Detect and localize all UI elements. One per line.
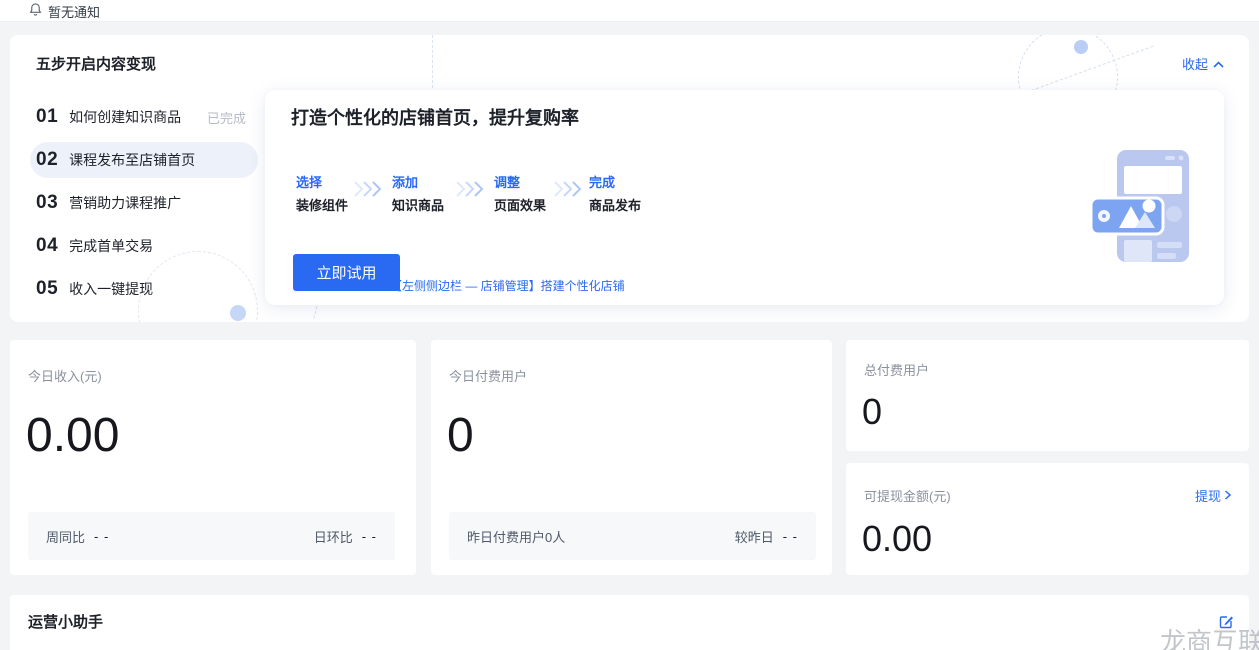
vs-yesterday: 较昨日 - -: [735, 527, 798, 546]
step-item-first-order[interactable]: 04 完成首单交易: [30, 228, 258, 264]
chevrons-right-icon: [353, 180, 383, 198]
chevron-right-icon: [1224, 488, 1231, 503]
operations-assistant-card: 运营小助手: [10, 595, 1249, 650]
step-label: 课程发布至店铺首页: [69, 150, 195, 170]
day-on-day: 日环比 - -: [314, 527, 377, 546]
today-income-card: 今日收入(元) 0.00 周同比 - - 日环比 - -: [10, 340, 416, 575]
flow-step-add: 添加 知识商品: [392, 172, 444, 214]
promo-panel: 打造个性化的店铺首页，提升复购率 选择 装修组件 添加 知识商品 调整 页面效果…: [265, 90, 1224, 305]
step-item-marketing[interactable]: 03 营销助力课程推广: [30, 185, 258, 221]
onboarding-title: 五步开启内容变现: [36, 53, 156, 74]
flow-action: 调整: [494, 172, 546, 191]
step-number: 01: [36, 106, 58, 128]
onboarding-card: 五步开启内容变现 收起 01 如何创建知识商品 已完成 02 课程发布至店铺首页…: [10, 35, 1249, 322]
flow-action: 添加: [392, 172, 444, 191]
today-income-value: 0.00: [26, 412, 119, 460]
yesterday-users: 昨日付费用户0人: [467, 527, 565, 546]
today-users-label: 今日付费用户: [449, 366, 527, 385]
decorative-dot: [1074, 40, 1088, 54]
withdraw-link[interactable]: 提现: [1195, 486, 1231, 505]
today-paying-users-card: 今日付费用户 0 昨日付费用户0人 较昨日 - -: [431, 340, 832, 575]
step-label: 收入一键提现: [69, 279, 153, 299]
onboarding-steps-list: 01 如何创建知识商品 已完成 02 课程发布至店铺首页 03 营销助力课程推广…: [30, 99, 258, 314]
step-label: 完成首单交易: [69, 236, 153, 256]
chevrons-right-icon: [553, 180, 583, 198]
step-item-publish-course[interactable]: 02 课程发布至店铺首页: [30, 142, 258, 178]
step-number: 02: [36, 149, 58, 171]
today-users-value: 0: [447, 412, 474, 460]
step-number: 03: [36, 192, 58, 214]
collapse-label: 收起: [1182, 54, 1208, 73]
flow-step-adjust: 调整 页面效果: [494, 172, 546, 214]
collapse-button[interactable]: 收起: [1182, 54, 1224, 73]
today-income-label: 今日收入(元): [28, 366, 102, 385]
storefront-phone-illustration: [1083, 142, 1199, 270]
step-item-create-product[interactable]: 01 如何创建知识商品 已完成: [30, 99, 258, 135]
withdrawable-amount-card: 可提现金额(元) 提现 0.00: [846, 463, 1249, 575]
yesterday-users-label: 昨日付费用户0人: [467, 527, 565, 546]
total-users-label: 总付费用户: [864, 360, 929, 379]
week-on-week-value: - -: [94, 529, 109, 544]
step-number: 04: [36, 235, 58, 257]
withdrawable-label: 可提现金额(元): [864, 486, 951, 505]
day-on-day-label: 日环比: [314, 527, 353, 546]
decorative-dashed-line: [432, 35, 433, 93]
flow-target: 装修组件: [296, 195, 348, 214]
top-notification-bar: 暂无通知: [0, 0, 1259, 22]
total-users-value: 0: [862, 394, 882, 430]
week-on-week: 周同比 - -: [46, 527, 109, 546]
step-item-withdraw[interactable]: 05 收入一键提现: [30, 271, 258, 307]
day-on-day-value: - -: [362, 529, 377, 544]
assistant-title: 运营小助手: [28, 611, 103, 632]
flow-target: 商品发布: [589, 195, 641, 214]
vs-yesterday-label: 较昨日: [735, 527, 774, 546]
store-manage-hint-link[interactable]: 【左侧侧边栏 — 店铺管理】搭建个性化店铺: [390, 277, 625, 294]
flow-target: 页面效果: [494, 195, 546, 214]
withdraw-link-label: 提现: [1195, 486, 1221, 505]
promo-title: 打造个性化的店铺首页，提升复购率: [291, 104, 579, 130]
withdrawable-value: 0.00: [862, 521, 932, 557]
flow-step-finish: 完成 商品发布: [589, 172, 641, 214]
users-comparison-band: 昨日付费用户0人 较昨日 - -: [449, 512, 816, 560]
step-status-badge: 已完成: [207, 108, 250, 127]
chevron-up-icon: [1213, 56, 1224, 71]
vs-yesterday-value: - -: [783, 529, 798, 544]
edit-pencil-icon[interactable]: [1219, 614, 1234, 629]
step-number: 05: [36, 278, 58, 300]
chevrons-right-icon: [455, 180, 485, 198]
week-on-week-label: 周同比: [46, 527, 85, 546]
income-comparison-band: 周同比 - - 日环比 - -: [28, 512, 395, 560]
flow-step-select: 选择 装修组件: [296, 172, 348, 214]
notification-text: 暂无通知: [48, 2, 100, 21]
step-label: 如何创建知识商品: [69, 107, 181, 127]
total-paying-users-card: 总付费用户 0: [846, 340, 1249, 451]
step-label: 营销助力课程推广: [69, 193, 181, 213]
bell-icon[interactable]: [28, 2, 43, 17]
try-now-button[interactable]: 立即试用: [293, 254, 400, 291]
flow-target: 知识商品: [392, 195, 444, 214]
flow-action: 完成: [589, 172, 641, 191]
site-watermark: 龙商互联: [1160, 622, 1259, 650]
flow-action: 选择: [296, 172, 348, 191]
